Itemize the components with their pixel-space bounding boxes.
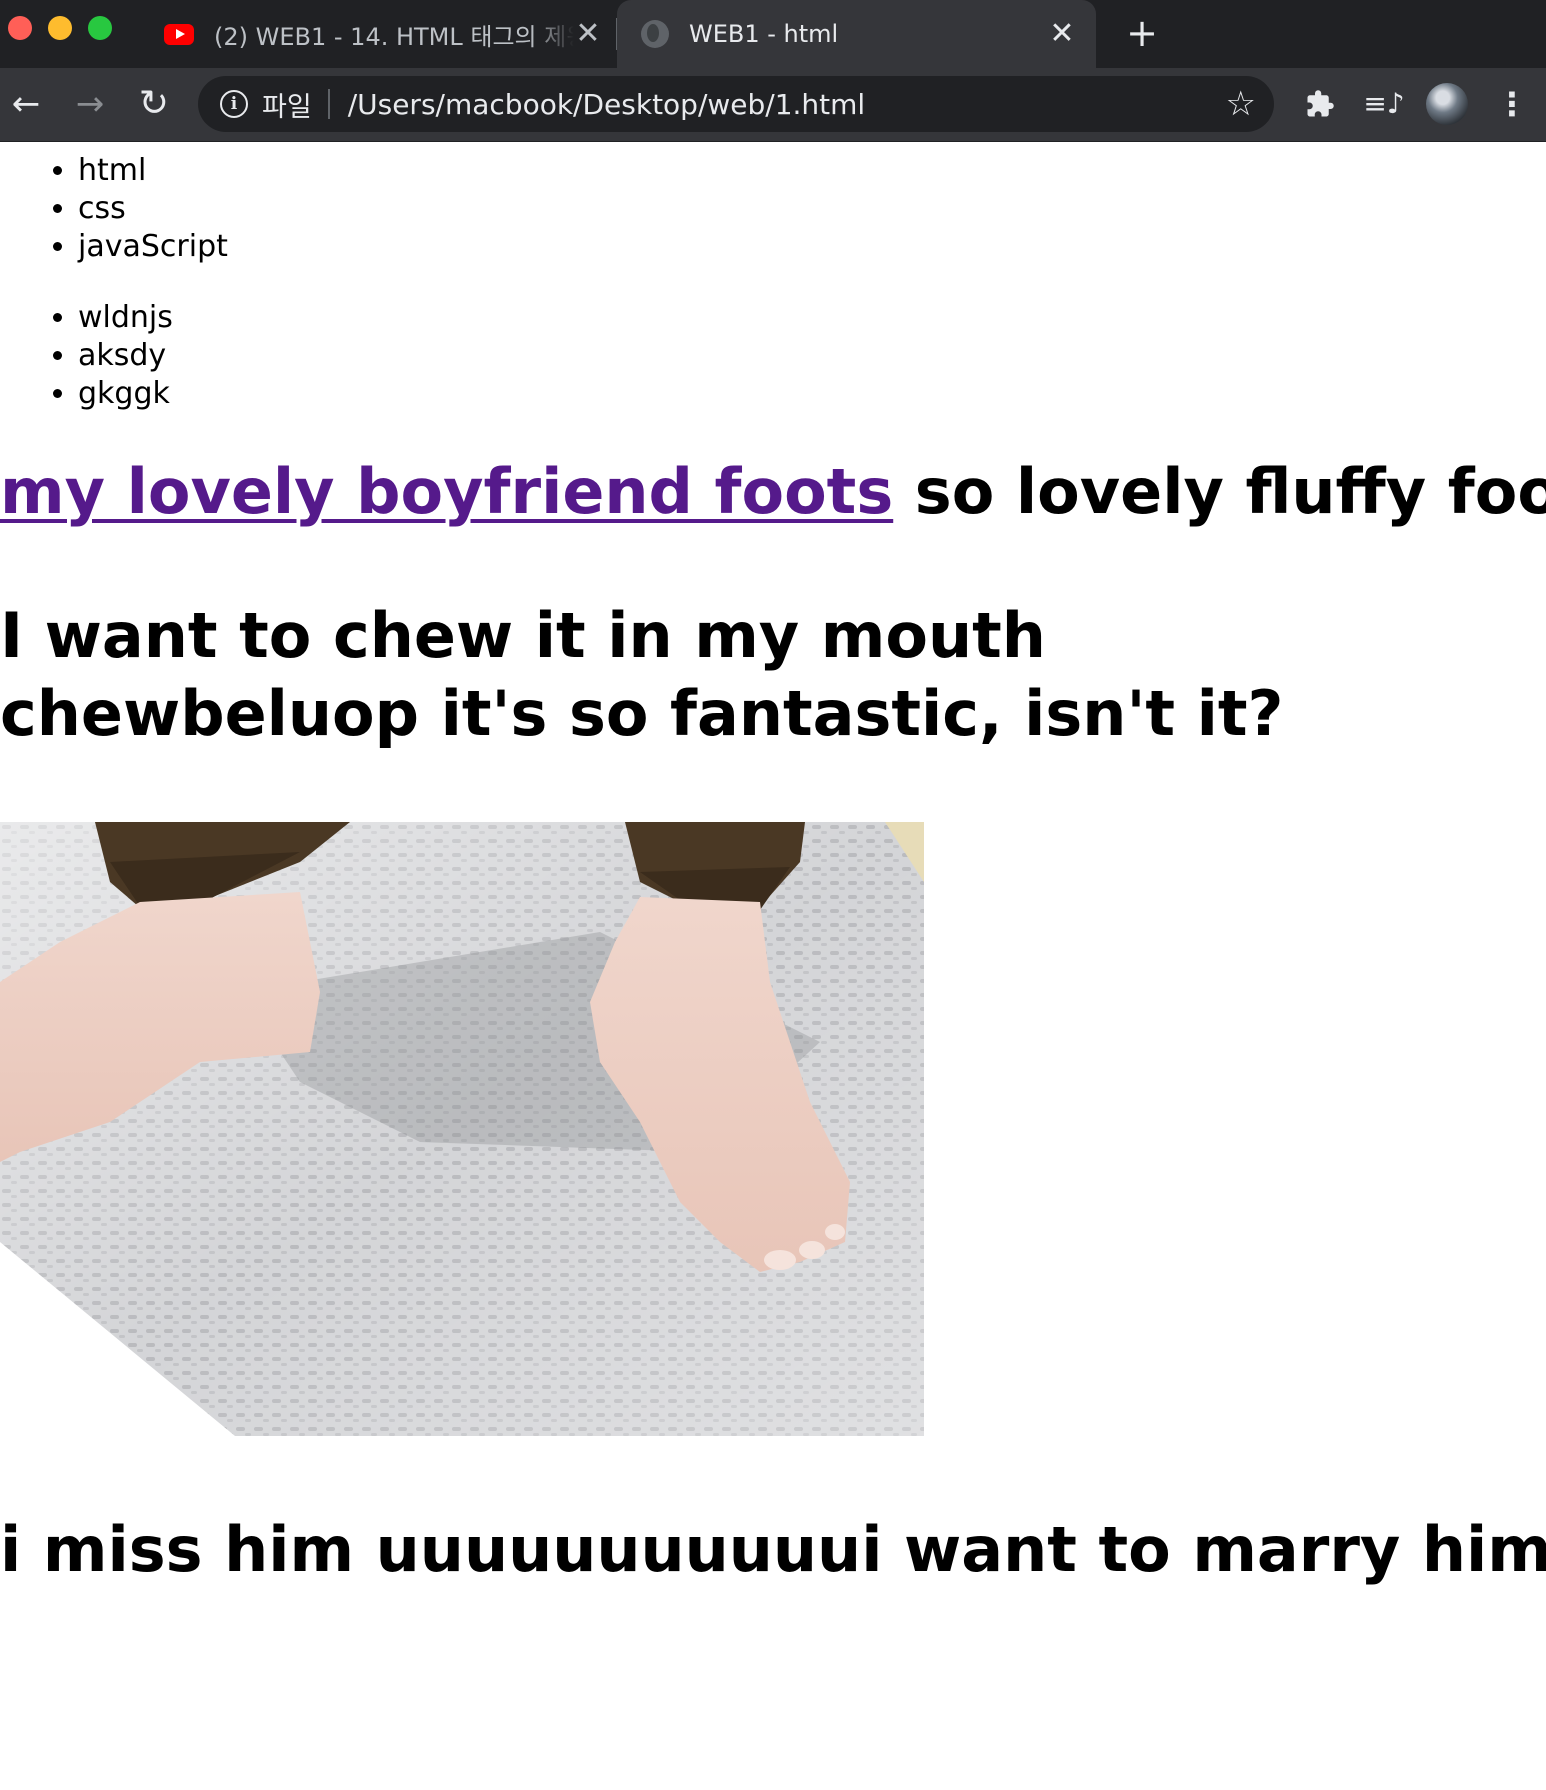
maximize-window-button[interactable] xyxy=(88,16,112,40)
feet-photo-illustration xyxy=(0,822,924,1436)
boyfriend-foots-link[interactable]: my lovely boyfriend foots xyxy=(0,455,893,528)
file-chip-label[interactable]: 파일 xyxy=(262,85,312,124)
address-divider xyxy=(327,89,330,119)
list-item: javaScript xyxy=(78,228,228,266)
close-tab-icon[interactable]: ✕ xyxy=(570,16,606,52)
close-tab-icon[interactable]: ✕ xyxy=(1044,16,1080,52)
list-item: html xyxy=(78,152,228,190)
page-heading: my lovely boyfriend foots so lovely fluf… xyxy=(0,454,1546,530)
list-item: aksdy xyxy=(78,337,173,375)
name-list: wldnjs aksdy gkggk xyxy=(0,299,173,413)
tab-strip: (2) WEB1 - 14. HTML 태그의 제왕 ✕ WEB1 - html… xyxy=(0,0,1546,68)
new-tab-button[interactable]: + xyxy=(1122,14,1162,54)
page-content: html css javaScript wldnjs aksdy gkggk m… xyxy=(0,142,1546,1790)
reload-button[interactable]: ↻ xyxy=(132,82,176,126)
tab-web1-html[interactable]: WEB1 - html ✕ xyxy=(617,0,1096,68)
profile-avatar[interactable] xyxy=(1426,83,1468,125)
browser-toolbar: ← → ↻ i 파일 /Users/macbook/Desktop/web/1.… xyxy=(0,68,1546,142)
close-window-button[interactable] xyxy=(8,16,32,40)
url-text[interactable]: /Users/macbook/Desktop/web/1.html xyxy=(348,88,866,121)
tab-youtube[interactable]: (2) WEB1 - 14. HTML 태그의 제왕 ✕ xyxy=(150,0,616,68)
globe-icon xyxy=(641,20,669,48)
extensions-icon[interactable] xyxy=(1298,82,1342,126)
minimize-window-button[interactable] xyxy=(48,16,72,40)
list-item: wldnjs xyxy=(78,299,173,337)
forward-button[interactable]: → xyxy=(68,82,112,126)
second-heading: I want to chew it in my mouth chewbeluop… xyxy=(0,599,1284,750)
info-icon[interactable]: i xyxy=(220,90,248,118)
back-button[interactable]: ← xyxy=(4,82,48,126)
list-item: gkggk xyxy=(78,375,173,413)
feet-photo xyxy=(0,822,924,1436)
youtube-icon xyxy=(164,23,194,45)
third-heading: i miss him uuuuuuuuuuui want to marry hi… xyxy=(0,1513,1546,1586)
bookmark-star-icon[interactable]: ☆ xyxy=(1226,84,1256,124)
puzzle-icon xyxy=(1307,90,1334,117)
heading-text: so lovely fluffy foots xyxy=(914,455,1546,528)
language-list: html css javaScript xyxy=(0,152,228,266)
tab-title: WEB1 - html xyxy=(689,20,839,48)
media-control-icon[interactable]: ≡♪ xyxy=(1362,82,1406,126)
address-bar[interactable]: i 파일 /Users/macbook/Desktop/web/1.html ☆ xyxy=(198,76,1274,132)
menu-icon[interactable]: ⋮ xyxy=(1490,82,1534,126)
list-item: css xyxy=(78,190,228,228)
tab-title: (2) WEB1 - 14. HTML 태그의 제왕 xyxy=(214,22,574,51)
